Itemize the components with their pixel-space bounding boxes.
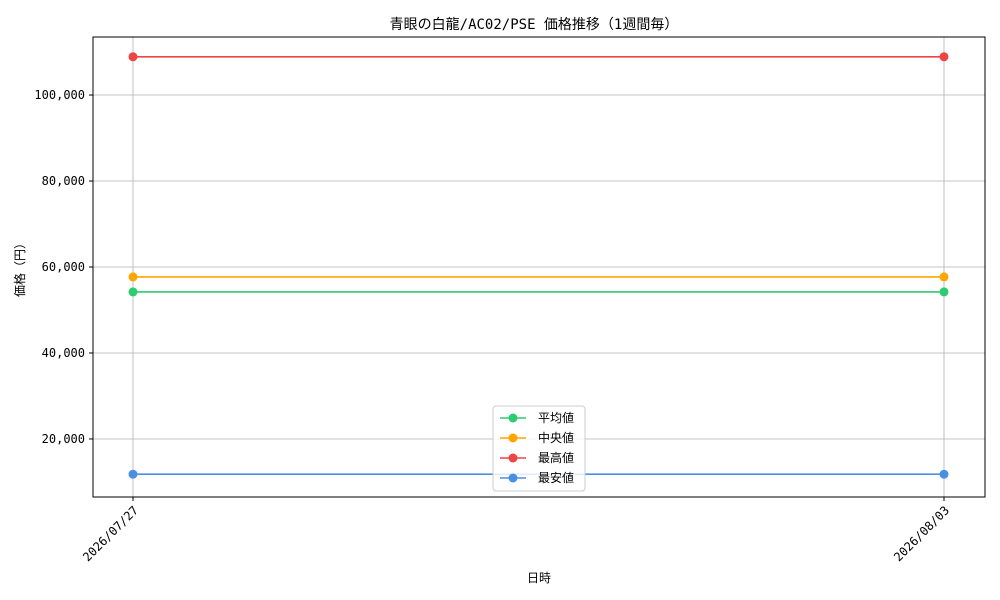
legend-label: 最安値 [538, 470, 574, 485]
data-point [128, 287, 138, 297]
series-1 [128, 272, 949, 282]
data-point [128, 52, 138, 62]
x-tick-label: 2026/08/03 [891, 503, 952, 564]
series-2 [128, 52, 949, 62]
legend-swatch-marker [508, 433, 518, 443]
x-tick-label: 2026/07/27 [80, 503, 141, 564]
legend-swatch-marker [508, 413, 518, 423]
series-0 [128, 287, 949, 297]
y-tick-label: 20,000 [42, 432, 85, 446]
chart-root: 青眼の白龍/AC02/PSE 価格推移（1週間毎） 20,000 40,000 60… [0, 0, 1000, 600]
y-tick-label: 60,000 [42, 260, 85, 274]
legend: 平均値中央値最高値最安値 [492, 405, 586, 492]
data-point [939, 52, 949, 62]
legend-swatch-marker [508, 473, 518, 483]
chart-title: 青眼の白龍/AC02/PSE 価格推移（1週間毎） [390, 16, 679, 33]
y-tick-label: 100,000 [34, 88, 85, 102]
tick-layer: 20,000 40,000 60,000 80,000 100,000 2026/07/2… [34, 88, 952, 564]
data-point [128, 272, 138, 282]
data-point [939, 287, 949, 297]
data-point [939, 469, 949, 479]
y-axis-label: 価格（円） [12, 237, 27, 297]
y-tick-label: 40,000 [42, 346, 85, 360]
legend-label: 最高値 [538, 450, 574, 465]
legend-label: 平均値 [538, 410, 574, 425]
line-chart: 青眼の白龍/AC02/PSE 価格推移（1週間毎） 20,000 40,000 60… [12, 16, 986, 585]
y-tick-label: 80,000 [42, 174, 85, 188]
x-axis-label: 日時 [527, 571, 551, 585]
data-point [128, 469, 138, 479]
legend-label: 中央値 [538, 430, 574, 445]
data-point [939, 272, 949, 282]
legend-swatch-marker [508, 453, 518, 463]
